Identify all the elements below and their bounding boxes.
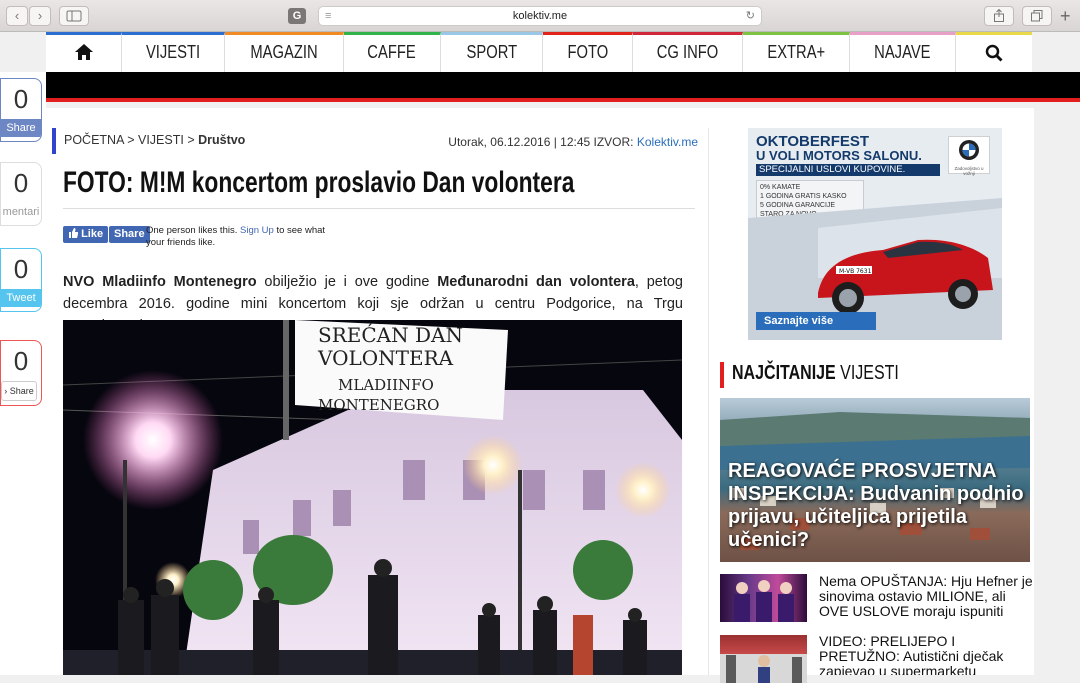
article-title-text: FOTO: M!M koncertom proslavio Dan volont…	[63, 166, 575, 199]
breadcrumb-section[interactable]: VIJESTI	[138, 133, 184, 147]
nav-foto[interactable]: FOTO	[543, 32, 633, 72]
breadcrumb-home[interactable]: POČETNA	[64, 133, 124, 147]
lead-text: obilježio je i ove godine	[256, 274, 438, 290]
fb-like-button[interactable]: Like	[63, 226, 109, 243]
gplus-share-button[interactable]: › Share	[1, 381, 37, 401]
nav-sport[interactable]: SPORT	[441, 32, 543, 72]
banner-line-3: MLADIINFO	[338, 376, 434, 394]
forward-icon[interactable]: ›	[29, 6, 51, 26]
story-thumbnail[interactable]	[720, 574, 807, 622]
nav-label: NAJAVE	[874, 42, 931, 62]
share-label: Share	[1, 119, 41, 137]
fb-share-button[interactable]: Share	[109, 226, 150, 243]
main-nav: VIJESTI MAGAZIN CAFFE SPORT FOTO CG INFO…	[46, 32, 1032, 72]
browser-toolbar: ‹ › G ≡ kolektiv.me ↻ +	[0, 0, 1080, 32]
tweet-count: 0	[13, 254, 29, 284]
column-divider	[708, 128, 709, 675]
lead-day: Međunarodni dan volontera	[437, 274, 635, 290]
bmw-tagline: Zadovoljstvo u vožnji	[954, 166, 984, 176]
story-title[interactable]: VIDEO: PRELIJEPO I PRETUŽNO: Autistični …	[819, 634, 1033, 675]
nav-label: CG INFO	[656, 42, 719, 62]
nav-label: VIJESTI	[145, 42, 201, 62]
article-date: Utorak, 06.12.2016 | 12:45 IZVOR:	[448, 135, 637, 149]
banner-line-4: MONTENEGRO	[318, 396, 439, 414]
fb-text: One person likes this.	[146, 225, 240, 236]
address-bar[interactable]: ≡ kolektiv.me ↻	[318, 6, 762, 26]
fb-share-label: Share	[114, 228, 145, 240]
banner-line-1: SREĆAN DAN	[318, 322, 463, 347]
ad-cta-button[interactable]: Saznajte više	[756, 312, 876, 330]
reload-icon[interactable]: ↻	[746, 7, 755, 26]
article-title: FOTO: M!M koncertom proslavio Dan volont…	[63, 166, 736, 200]
extension-g-icon[interactable]: G	[288, 8, 306, 24]
tweet-label: Tweet	[1, 289, 41, 307]
tabs-overview-icon[interactable]	[1022, 6, 1052, 26]
lead-org: NVO Mladiinfo Montenegro	[63, 274, 257, 290]
breadcrumb-separator: >	[123, 133, 138, 147]
nav-label: SPORT	[466, 42, 517, 62]
search-icon[interactable]	[956, 32, 1032, 72]
header-bar	[46, 72, 1080, 98]
nav-magazin[interactable]: MAGAZIN	[225, 32, 344, 72]
nav-najave[interactable]: NAJAVE	[850, 32, 956, 72]
comments-box[interactable]: 0 mentari	[0, 162, 42, 226]
gplus-share-box[interactable]: 0 › Share	[0, 340, 42, 406]
reader-icon[interactable]: ≡	[325, 7, 331, 26]
facebook-share-box[interactable]: 0 Share	[0, 78, 42, 142]
most-read-light: VIJESTI	[835, 362, 899, 384]
ad-subline: SPECIJALNI USLOVI KUPOVINE.	[756, 164, 940, 176]
fb-social-text: One person likes this. Sign Up to see wh…	[146, 225, 336, 249]
most-read-bold: NAJČITANIJE	[732, 362, 836, 384]
advertisement[interactable]: OKTOBERFEST U VOLI MOTORS SALONU. SPECIJ…	[748, 128, 1002, 340]
sidebar-toggle-icon[interactable]	[59, 6, 89, 26]
header-divider	[46, 98, 1080, 102]
breadcrumb-category[interactable]: Društvo	[198, 133, 245, 147]
featured-story[interactable]: REAGOVAĆE PROSVJETNA INSPEKCIJA: Budvani…	[720, 398, 1030, 562]
breadcrumb: POČETNA > VIJESTI > Društvo Utorak, 06.1…	[52, 128, 698, 154]
new-tab-icon[interactable]: +	[1060, 6, 1080, 26]
title-divider	[63, 208, 695, 209]
gplus-share-label: Share	[9, 386, 34, 396]
ad-plate: M-VB 7631	[839, 268, 872, 275]
share-icon[interactable]	[984, 6, 1014, 26]
most-read-heading: NAJČITANIJE VIJESTI	[720, 362, 1030, 388]
breadcrumb-separator: >	[183, 133, 199, 147]
home-icon[interactable]	[46, 32, 122, 72]
url-text: kolektiv.me	[512, 10, 568, 22]
nav-vijesti[interactable]: VIJESTI	[122, 32, 225, 72]
ad-headline-2: U VOLI MOTORS SALONU.	[756, 148, 922, 163]
nav-label: MAGAZIN	[250, 42, 318, 62]
back-icon[interactable]: ‹	[6, 6, 28, 26]
gplus-count: 0	[13, 346, 29, 376]
nav-label: CAFFE	[367, 42, 417, 62]
article-photo: SREĆAN DAN VOLONTERA MLADIINFO MONTENEGR…	[63, 320, 682, 675]
tweet-box[interactable]: 0 Tweet	[0, 248, 42, 312]
comments-count: 0	[13, 168, 29, 198]
nav-label: FOTO	[567, 42, 608, 62]
fb-signup-link[interactable]: Sign Up	[240, 225, 274, 236]
featured-title[interactable]: REAGOVAĆE PROSVJETNA INSPEKCIJA: Budvani…	[728, 460, 1028, 552]
nav-label: EXTRA+	[767, 42, 825, 62]
comments-label: mentari	[2, 206, 40, 218]
story-title[interactable]: Nema OPUŠTANJA: Hju Hefner je sinovima o…	[819, 574, 1033, 619]
article-source[interactable]: Kolektiv.me	[637, 135, 698, 149]
fb-like-label: Like	[81, 228, 104, 240]
ad-offer-line: 0% KAMATE	[760, 184, 801, 191]
bmw-logo: Zadovoljstvo u vožnji	[948, 136, 990, 176]
nav-extra[interactable]: EXTRA+	[743, 32, 850, 72]
nav-caffe[interactable]: CAFFE	[344, 32, 441, 72]
banner-line-2: VOLONTERA	[317, 346, 454, 370]
nav-cg-info[interactable]: CG INFO	[633, 32, 743, 72]
story-thumbnail[interactable]	[720, 635, 807, 683]
ad-headline-1: OKTOBERFEST	[756, 133, 870, 150]
share-count: 0	[13, 84, 29, 114]
